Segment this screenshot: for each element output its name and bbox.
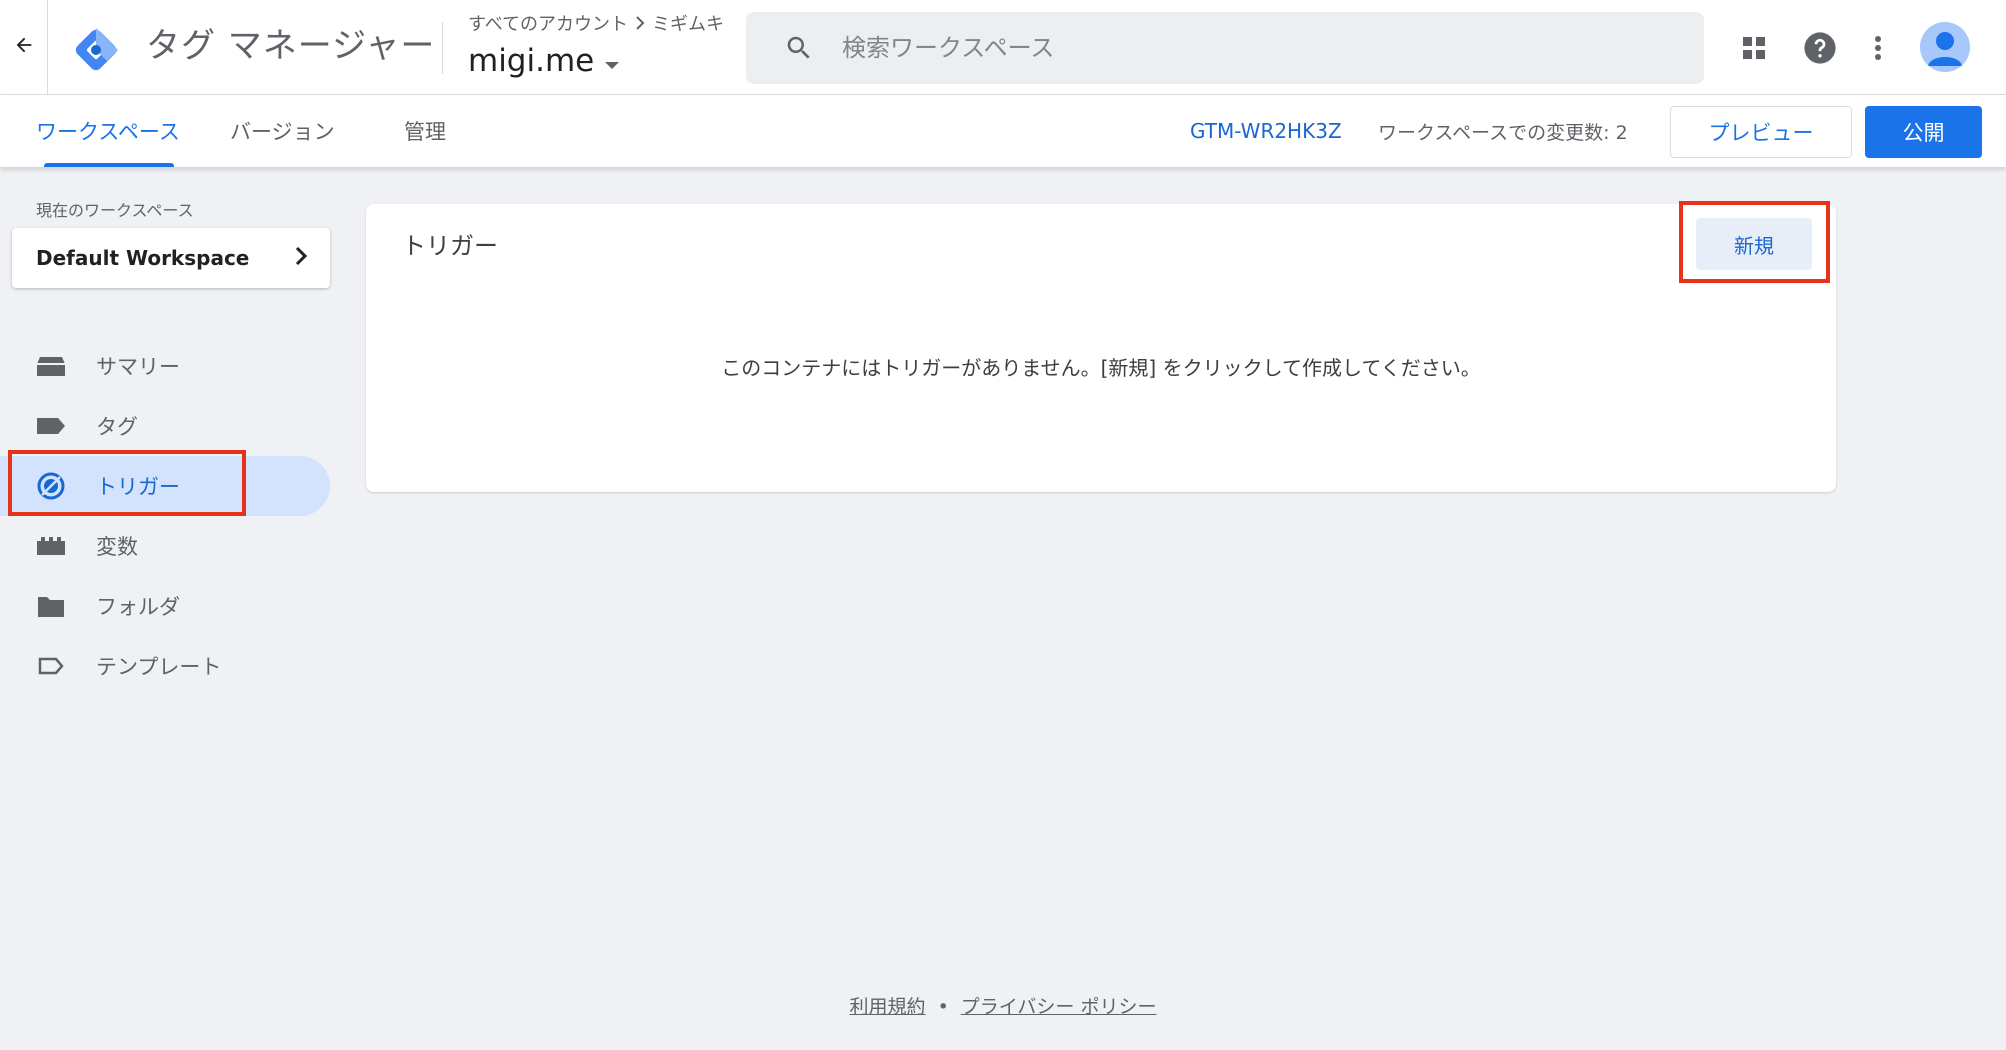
template-icon	[36, 651, 66, 681]
variables-icon	[36, 531, 66, 561]
chevron-right-icon	[294, 246, 308, 271]
active-tab-indicator	[44, 163, 174, 167]
current-workspace-label: 現在のワークスペース	[36, 201, 194, 220]
workspace-selector[interactable]: Default Workspace	[12, 228, 330, 288]
tab-admin[interactable]: 管理	[404, 95, 446, 167]
tab-workspace[interactable]: ワークスペース	[36, 95, 180, 167]
folder-icon	[36, 591, 66, 621]
summary-icon	[36, 351, 66, 381]
sidebar-item-label: タグ	[96, 415, 138, 439]
breadcrumb[interactable]: すべてのアカウント ミギムキ	[468, 12, 724, 38]
back-button[interactable]	[6, 26, 42, 68]
top-app-bar: タグ マネージャー すべてのアカウント ミギムキ migi.me	[0, 0, 2006, 95]
dropdown-arrow-icon	[604, 40, 620, 82]
sidebar-item-tags[interactable]: タグ	[0, 396, 330, 456]
tag-icon	[36, 411, 66, 441]
container-id-link[interactable]: GTM-WR2HK3Z	[1190, 95, 1342, 167]
tab-versions[interactable]: バージョン	[230, 95, 335, 167]
breadcrumb-root[interactable]: すべてのアカウント	[468, 12, 628, 38]
workspace-name: Default Workspace	[36, 246, 250, 270]
sidebar-item-label: フォルダ	[96, 595, 180, 619]
triggers-card: トリガー 新規 このコンテナにはトリガーがありません。[新規] をクリックして作…	[366, 201, 1836, 492]
trigger-icon	[36, 471, 66, 501]
workspace-changes-count: ワークスペースでの変更数: 2	[1378, 121, 1628, 144]
sidebar-item-folders[interactable]: フォルダ	[0, 576, 330, 636]
search-bar[interactable]	[746, 12, 1704, 84]
arrow-back-icon	[13, 34, 35, 60]
sidebar-item-label: サマリー	[96, 355, 180, 379]
divider	[442, 22, 443, 74]
sidebar-item-triggers[interactable]: トリガー	[0, 456, 330, 516]
search-icon	[784, 33, 814, 63]
sidebar-item-summary[interactable]: サマリー	[0, 336, 330, 396]
publish-button[interactable]: 公開	[1865, 106, 1982, 158]
chevron-right-icon	[634, 12, 646, 38]
footer: 利用規約 • プライバシー ポリシー	[0, 992, 2006, 1019]
new-trigger-button[interactable]: 新規	[1696, 218, 1812, 270]
sidebar-item-variables[interactable]: 変数	[0, 516, 330, 576]
account-avatar-icon[interactable]	[1920, 22, 1970, 72]
card-title: トリガー	[402, 232, 498, 260]
terms-link[interactable]: 利用規約	[850, 996, 926, 1018]
footer-separator: •	[937, 996, 949, 1018]
product-name: タグ マネージャー	[146, 26, 436, 66]
sidebar-item-label: テンプレート	[96, 655, 222, 679]
empty-state-message: このコンテナにはトリガーがありません。[新規] をクリックして作成してください。	[721, 356, 1481, 380]
container-selector[interactable]: migi.me	[468, 40, 620, 82]
gtm-logo-icon	[70, 24, 122, 76]
apps-grid-icon[interactable]	[1732, 26, 1776, 70]
workspace-toolbar: ワークスペース バージョン 管理 GTM-WR2HK3Z ワークスペースでの変更…	[0, 95, 2006, 167]
divider	[47, 0, 48, 94]
search-input[interactable]	[840, 33, 1664, 63]
sidebar-item-label: トリガー	[96, 475, 180, 499]
breadcrumb-account[interactable]: ミギムキ	[652, 12, 724, 38]
sidebar-item-templates[interactable]: テンプレート	[0, 636, 330, 696]
help-icon[interactable]	[1798, 26, 1842, 70]
more-vert-icon[interactable]	[1856, 26, 1900, 70]
privacy-policy-link[interactable]: プライバシー ポリシー	[961, 996, 1157, 1018]
container-name: migi.me	[468, 43, 595, 79]
sidebar-item-label: 変数	[96, 535, 138, 559]
preview-button[interactable]: プレビュー	[1670, 106, 1852, 158]
